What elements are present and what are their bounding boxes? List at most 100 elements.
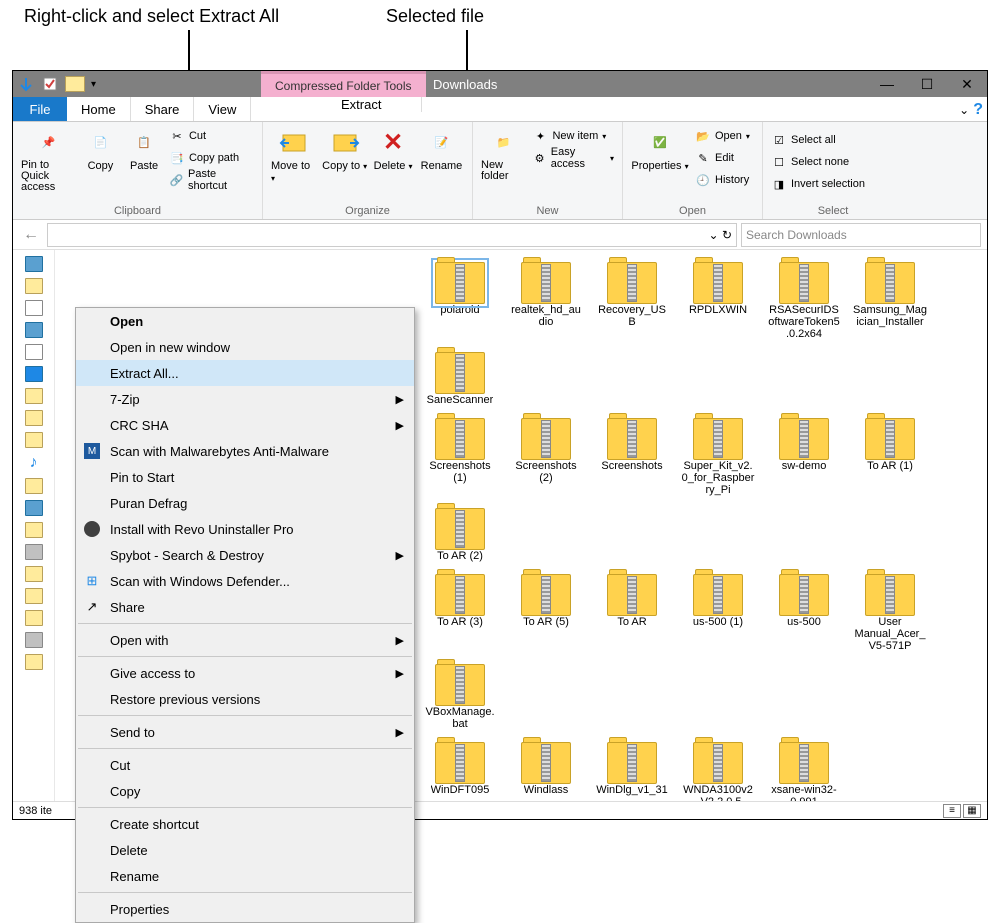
nav-item[interactable]: [25, 588, 43, 604]
ctx-copy[interactable]: Copy: [76, 778, 414, 804]
file-item[interactable]: User Manual_Acer_V5-571P: [853, 574, 927, 652]
nav-item[interactable]: [25, 278, 43, 294]
maximize-button[interactable]: ☐: [907, 71, 947, 97]
nav-item[interactable]: [25, 522, 43, 538]
search-input[interactable]: Search Downloads: [741, 223, 981, 247]
ctx-rename[interactable]: Rename: [76, 863, 414, 889]
file-item[interactable]: Super_Kit_v2.0_for_Raspberry_Pi: [681, 418, 755, 496]
invert-selection-button[interactable]: ◨Invert selection: [771, 174, 895, 194]
tab-share[interactable]: Share: [131, 97, 195, 121]
expand-ribbon-icon[interactable]: ⌄: [959, 103, 969, 117]
nav-item[interactable]: [25, 322, 43, 338]
file-item[interactable]: RSASecurIDSoftwareToken5.0.2x64: [767, 262, 841, 340]
nav-drive[interactable]: [25, 632, 43, 648]
copy-to-button[interactable]: Copy to ▾: [322, 126, 367, 172]
ctx-revo[interactable]: Install with Revo Uninstaller Pro: [76, 516, 414, 542]
file-item[interactable]: To AR (3): [423, 574, 497, 652]
nav-item[interactable]: [25, 500, 43, 516]
file-item[interactable]: RPDLXWIN: [681, 262, 755, 340]
qat-dropdown-icon[interactable]: ▾: [91, 79, 101, 90]
ctx-puran[interactable]: Puran Defrag: [76, 490, 414, 516]
file-item[interactable]: polaroid: [423, 262, 497, 340]
nav-item[interactable]: [25, 432, 43, 448]
new-folder-button[interactable]: 📁New folder: [481, 126, 526, 182]
tab-home[interactable]: Home: [67, 97, 131, 121]
ctx-give-access[interactable]: Give access to▶: [76, 660, 414, 686]
properties-icon[interactable]: [41, 75, 59, 93]
file-item[interactable]: us-500 (1): [681, 574, 755, 652]
details-view-icon[interactable]: ≡: [943, 804, 961, 818]
file-item[interactable]: To AR (1): [853, 418, 927, 496]
easy-access-button[interactable]: ⚙Easy access ▾: [532, 148, 614, 168]
ctx-spybot[interactable]: Spybot - Search & Destroy▶: [76, 542, 414, 568]
minimize-button[interactable]: —: [867, 71, 907, 97]
file-item[interactable]: sw-demo: [767, 418, 841, 496]
ctx-defender[interactable]: ⊞Scan with Windows Defender...: [76, 568, 414, 594]
move-to-button[interactable]: Move to ▾: [271, 126, 316, 184]
tab-extract[interactable]: Extract: [301, 97, 422, 112]
history-button[interactable]: 🕘History: [695, 170, 750, 190]
properties-button[interactable]: ✅Properties ▾: [631, 126, 689, 172]
nav-item[interactable]: [25, 654, 43, 670]
tab-view[interactable]: View: [194, 97, 251, 121]
file-item[interactable]: Samsung_Magician_Installer: [853, 262, 927, 340]
ctx-cut[interactable]: Cut: [76, 752, 414, 778]
ctx-share[interactable]: ↗Share: [76, 594, 414, 620]
folder-icon[interactable]: [65, 76, 85, 92]
ctx-crc-sha[interactable]: CRC SHA▶: [76, 412, 414, 438]
nav-item[interactable]: [25, 566, 43, 582]
paste-shortcut-button[interactable]: 🔗Paste shortcut: [169, 170, 254, 190]
file-item[interactable]: SaneScanner: [423, 352, 497, 406]
ctx-extract-all[interactable]: Extract All...: [76, 360, 414, 386]
ctx-delete[interactable]: Delete: [76, 837, 414, 863]
pin-button[interactable]: 📌Pin to Quick access: [21, 126, 76, 193]
file-item[interactable]: xsane-win32-0.991: [767, 742, 841, 801]
file-item[interactable]: To AR (5): [509, 574, 583, 652]
file-item[interactable]: To AR: [595, 574, 669, 652]
cut-button[interactable]: ✂Cut: [169, 126, 254, 146]
nav-item[interactable]: [25, 478, 43, 494]
nav-drive[interactable]: [25, 544, 43, 560]
nav-music[interactable]: ♪: [30, 454, 38, 472]
file-item[interactable]: Recovery_USB: [595, 262, 669, 340]
ctx-open-new-window[interactable]: Open in new window: [76, 334, 414, 360]
file-item[interactable]: VBoxManage.bat: [423, 664, 497, 730]
nav-back-button[interactable]: ←: [19, 223, 43, 247]
ctx-pin-start[interactable]: Pin to Start: [76, 464, 414, 490]
navigation-pane[interactable]: ♪: [13, 250, 55, 801]
ctx-7zip[interactable]: 7-Zip▶: [76, 386, 414, 412]
ctx-open[interactable]: Open: [76, 308, 414, 334]
nav-quick-access[interactable]: [25, 256, 43, 272]
file-item[interactable]: To AR (2): [423, 508, 497, 562]
file-item[interactable]: Screenshots (1): [423, 418, 497, 496]
address-dropdown-icon[interactable]: ⌄: [709, 228, 719, 242]
paste-button[interactable]: 📋Paste: [125, 126, 163, 172]
help-icon[interactable]: ?: [973, 101, 983, 119]
copy-path-button[interactable]: 📑Copy path: [169, 148, 254, 168]
titlebar[interactable]: ▾ Compressed Folder Tools Downloads — ☐ …: [13, 71, 987, 97]
new-item-button[interactable]: ✦New item ▾: [532, 126, 614, 146]
address-bar[interactable]: ⌄ ↻: [47, 223, 737, 247]
select-all-button[interactable]: ☑Select all: [771, 130, 895, 150]
close-button[interactable]: ✕: [947, 71, 987, 97]
back-icon[interactable]: [17, 75, 35, 93]
rename-button[interactable]: 📝Rename: [419, 126, 464, 172]
file-item[interactable]: Windlass: [509, 742, 583, 801]
file-item[interactable]: WNDA3100v2_V2.2.0.5: [681, 742, 755, 801]
select-none-button[interactable]: ☐Select none: [771, 152, 895, 172]
nav-item[interactable]: [25, 388, 43, 404]
nav-downloads[interactable]: [25, 366, 43, 382]
nav-item[interactable]: [25, 610, 43, 626]
file-item[interactable]: Screenshots: [595, 418, 669, 496]
refresh-icon[interactable]: ↻: [722, 228, 732, 242]
file-item[interactable]: realtek_hd_audio: [509, 262, 583, 340]
tab-file[interactable]: File: [13, 97, 67, 121]
file-item[interactable]: us-500: [767, 574, 841, 652]
delete-button[interactable]: ✕Delete ▾: [373, 126, 413, 172]
file-item[interactable]: Screenshots (2): [509, 418, 583, 496]
large-icons-view-icon[interactable]: ▦: [963, 804, 981, 818]
ctx-properties[interactable]: Properties: [76, 896, 414, 922]
ctx-create-shortcut[interactable]: Create shortcut: [76, 811, 414, 837]
ctx-restore-versions[interactable]: Restore previous versions: [76, 686, 414, 712]
open-button[interactable]: 📂Open ▾: [695, 126, 750, 146]
